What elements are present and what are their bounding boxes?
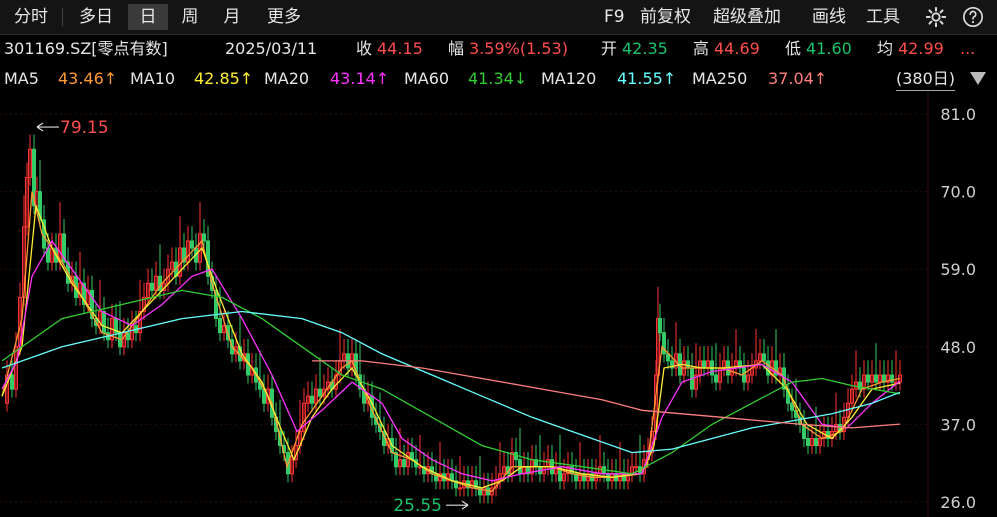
tab-more[interactable]: 更多 bbox=[256, 4, 312, 30]
candle-body bbox=[318, 388, 322, 397]
tools-button[interactable]: 工具 bbox=[866, 4, 900, 30]
range-selector[interactable]: (380日) bbox=[896, 68, 956, 91]
candle-body bbox=[582, 473, 586, 482]
avg-value: 42.99 bbox=[898, 39, 944, 58]
candle-body bbox=[102, 311, 106, 334]
ma5-value: 43.46↑ bbox=[58, 69, 118, 88]
y-tick-label: 26.0 bbox=[940, 493, 976, 512]
ma250-label: MA250 bbox=[692, 69, 748, 88]
ma120-value: 41.55↑ bbox=[617, 69, 677, 88]
draw-line-button[interactable]: 画线 bbox=[812, 4, 846, 30]
quote-date: 2025/03/11 bbox=[225, 39, 318, 58]
super-overlay-button[interactable]: 超级叠加 bbox=[713, 4, 781, 30]
candle-body bbox=[762, 353, 766, 362]
tab-multi-day[interactable]: 多日 bbox=[68, 4, 124, 30]
range-dropdown-icon[interactable] bbox=[970, 72, 986, 85]
ma120-label: MA120 bbox=[541, 69, 597, 88]
change-label: 幅 bbox=[448, 39, 465, 58]
candle-body bbox=[190, 240, 194, 249]
low-value: 41.60 bbox=[806, 39, 852, 58]
close-label: 收 bbox=[356, 39, 373, 58]
tab-weekly[interactable]: 周 bbox=[172, 4, 208, 30]
ma250-value: 37.04↑ bbox=[768, 69, 828, 88]
candle-body bbox=[814, 438, 818, 447]
candle-body bbox=[310, 395, 314, 404]
high-value: 44.69 bbox=[714, 39, 760, 58]
gear-icon[interactable] bbox=[925, 6, 947, 28]
candle-body bbox=[634, 466, 638, 469]
chart-series bbox=[1, 134, 902, 504]
candle-body bbox=[702, 360, 706, 369]
quote-info-bar: 301169.SZ[零点有数] 2025/03/11 收 44.15 幅 3.5… bbox=[0, 36, 997, 62]
ma10-label: MA10 bbox=[130, 69, 176, 88]
min-price-label: 25.55 bbox=[393, 496, 442, 516]
toolbar: 分时 多日 日 周 月 更多 F9 前复权 超级叠加 画线 工具 bbox=[0, 0, 997, 35]
open-value: 42.35 bbox=[622, 39, 668, 58]
ma60-label: MA60 bbox=[404, 69, 450, 88]
y-tick-label: 37.0 bbox=[940, 415, 976, 434]
candle-body bbox=[402, 459, 406, 468]
tab-daily[interactable]: 日 bbox=[128, 4, 168, 30]
candle-body bbox=[202, 233, 206, 242]
y-tick-label: 70.0 bbox=[940, 183, 976, 202]
candle-body bbox=[858, 381, 862, 390]
candle-body bbox=[686, 360, 690, 369]
ma20-value: 43.14↑ bbox=[330, 69, 390, 88]
avg-label: 均 bbox=[877, 39, 894, 58]
candle-body bbox=[458, 487, 462, 490]
candle-body bbox=[890, 374, 894, 383]
toolbar-divider bbox=[62, 8, 63, 26]
candle-body bbox=[418, 466, 422, 469]
forward-adjust-button[interactable]: 前复权 bbox=[640, 4, 691, 30]
y-axis: 81.0 70.0 59.0 48.0 37.0 26.0 bbox=[940, 105, 976, 512]
tab-intraday[interactable]: 分时 bbox=[2, 4, 60, 30]
candle-body bbox=[874, 374, 878, 383]
max-price-label: 79.15 bbox=[60, 118, 109, 138]
candle-body bbox=[150, 282, 154, 291]
ma5-label: MA5 bbox=[4, 69, 39, 88]
y-tick-label: 48.0 bbox=[940, 338, 976, 357]
candle-body bbox=[10, 374, 14, 390]
more-info[interactable]: ... bbox=[960, 36, 975, 62]
candle-body bbox=[790, 402, 794, 411]
low-label: 低 bbox=[785, 39, 802, 58]
candle-body bbox=[714, 374, 718, 383]
candle-body bbox=[806, 438, 810, 447]
candle-body bbox=[658, 318, 662, 334]
change-value: 3.59%(1.53) bbox=[469, 39, 568, 58]
candle-body bbox=[866, 374, 870, 383]
candle-body bbox=[218, 318, 222, 334]
open-label: 开 bbox=[601, 39, 618, 58]
y-tick-label: 81.0 bbox=[940, 105, 976, 124]
ma60-value: 41.34↓ bbox=[468, 69, 528, 88]
ma-line-ma5 bbox=[1, 191, 901, 493]
help-icon[interactable] bbox=[962, 6, 984, 28]
f9-button[interactable]: F9 bbox=[604, 4, 625, 30]
chart-grid bbox=[0, 92, 929, 517]
tab-monthly[interactable]: 月 bbox=[214, 4, 250, 30]
max-arrow-icon bbox=[36, 122, 59, 132]
close-value: 44.15 bbox=[377, 39, 423, 58]
high-label: 高 bbox=[693, 39, 710, 58]
ma10-value: 42.85↑ bbox=[194, 69, 254, 88]
stock-code-name: 301169.SZ[零点有数] bbox=[4, 39, 168, 58]
y-tick-label: 59.0 bbox=[940, 260, 976, 279]
ma-legend-bar: MA5 43.46↑ MA10 42.85↑ MA20 43.14↑ MA60 … bbox=[0, 66, 997, 92]
kline-chart[interactable]: 81.0 70.0 59.0 48.0 37.0 26.0 79.15 25.55 bbox=[0, 92, 997, 517]
ma20-label: MA20 bbox=[264, 69, 310, 88]
